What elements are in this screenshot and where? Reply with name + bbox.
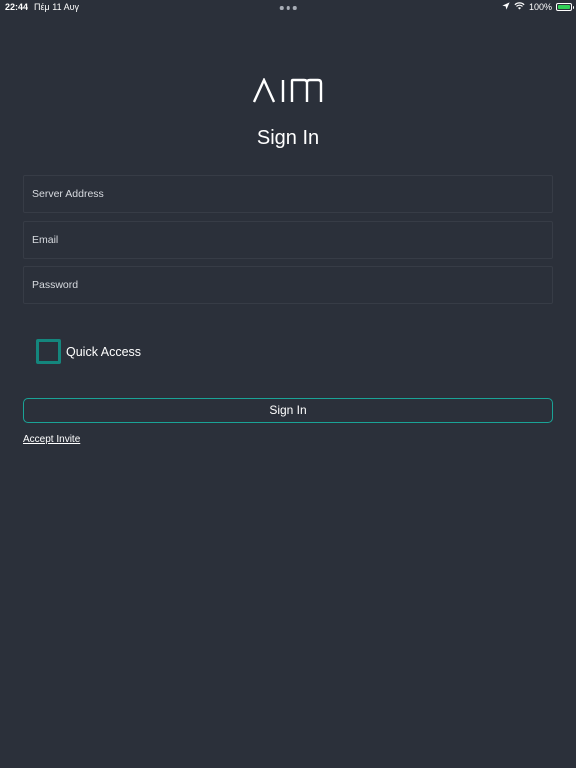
battery-percent: 100% bbox=[528, 2, 552, 12]
password-field[interactable] bbox=[23, 266, 553, 304]
aim-logo bbox=[0, 77, 576, 109]
sign-in-screen: 22:44 Πέμ 11 Αυγ 100% Sign In Server Add… bbox=[0, 0, 576, 768]
password-input[interactable] bbox=[24, 267, 552, 303]
quick-access-option[interactable]: Quick Access bbox=[36, 339, 141, 364]
multitasking-dots-icon[interactable] bbox=[279, 6, 297, 10]
email-input[interactable] bbox=[24, 222, 552, 258]
wifi-icon bbox=[514, 2, 525, 12]
battery-charging-icon bbox=[556, 3, 574, 11]
email-field[interactable] bbox=[23, 221, 553, 259]
status-bar: 22:44 Πέμ 11 Αυγ 100% bbox=[0, 0, 576, 16]
status-right: 100% bbox=[502, 2, 574, 12]
accept-invite-link[interactable]: Accept Invite bbox=[23, 434, 80, 445]
status-left: 22:44 Πέμ 11 Αυγ bbox=[5, 2, 79, 12]
quick-access-checkbox[interactable] bbox=[36, 339, 61, 364]
battery-fill bbox=[558, 5, 570, 9]
page-title: Sign In bbox=[256, 127, 320, 149]
server-address-input[interactable] bbox=[24, 176, 552, 212]
location-arrow-icon bbox=[502, 2, 510, 12]
sign-in-button[interactable]: Sign In bbox=[23, 398, 553, 423]
status-date: Πέμ 11 Αυγ bbox=[34, 2, 80, 12]
quick-access-label: Quick Access bbox=[66, 344, 142, 359]
server-address-field[interactable] bbox=[23, 175, 553, 213]
status-time: 22:44 bbox=[5, 2, 29, 12]
